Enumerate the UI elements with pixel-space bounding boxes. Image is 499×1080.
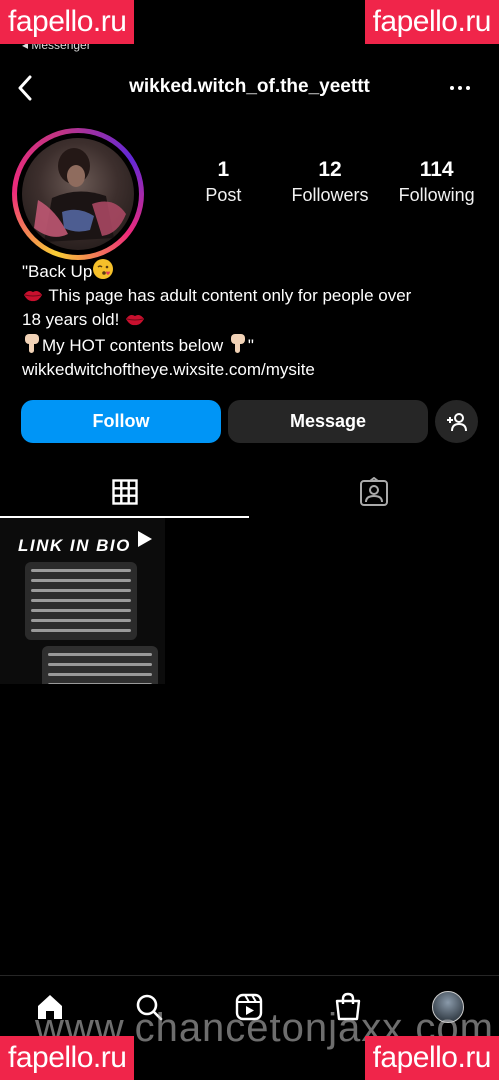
- bio-line: "Back Up: [22, 262, 93, 281]
- more-icon: [450, 86, 454, 90]
- watermark-top-left: fapello.ru: [0, 0, 135, 44]
- following-count[interactable]: 114 Following: [383, 158, 490, 208]
- post-thumbnail[interactable]: LINK IN BIO: [0, 518, 165, 684]
- chat-bubble: [25, 562, 137, 640]
- suggested-people-button[interactable]: [435, 400, 478, 443]
- stat-number: 12: [318, 158, 342, 181]
- bio-link[interactable]: wikkedwitchoftheye.wixsite.com/mysite: [22, 358, 482, 382]
- profile-bio: "Back Up This page has adult content onl…: [22, 258, 482, 382]
- grid-icon: [111, 479, 138, 505]
- stat-label: Post: [205, 185, 242, 205]
- add-person-icon: [446, 412, 467, 431]
- posts-count[interactable]: 1 Post: [170, 158, 277, 208]
- reel-play-icon: [138, 531, 152, 547]
- watermark-bottom-right: fapello.ru: [364, 1036, 499, 1080]
- lips-emoji-icon: [126, 315, 145, 326]
- post-title: LINK IN BIO: [18, 536, 131, 555]
- watermark-top-right: fapello.ru: [364, 0, 499, 44]
- more-options-button[interactable]: [443, 74, 477, 102]
- stat-number: 114: [419, 158, 454, 181]
- bio-line: My HOT contents below: [42, 336, 224, 355]
- stat-number: 1: [217, 158, 230, 181]
- pointing-down-emoji-icon: [25, 334, 39, 353]
- profile-username: wikked.witch_of.the_yeettt: [129, 76, 370, 97]
- bio-line: ": [247, 336, 254, 355]
- profile-avatar[interactable]: [12, 128, 144, 260]
- follow-button[interactable]: Follow: [21, 400, 221, 443]
- tagged-icon: [359, 477, 388, 506]
- profile-header: wikked.witch_of.the_yeettt: [0, 68, 499, 108]
- profile-stats: 1 Post 12 Followers 114 Following: [170, 158, 490, 208]
- lips-emoji-icon: [24, 291, 42, 302]
- tab-tagged[interactable]: [249, 468, 498, 516]
- bio-line: This page has adult content only for peo…: [48, 286, 412, 305]
- kiss-face-emoji-icon: [93, 259, 114, 279]
- tab-posts-grid[interactable]: [0, 468, 249, 518]
- bio-line: 18 years old!: [22, 310, 120, 329]
- watermark-bottom-left: fapello.ru: [0, 1036, 135, 1080]
- message-button[interactable]: Message: [228, 400, 428, 443]
- chat-bubble: [42, 646, 158, 684]
- pointing-down-emoji-icon: [230, 334, 245, 353]
- followers-count[interactable]: 12 Followers: [277, 158, 384, 208]
- stat-label: Followers: [291, 185, 369, 205]
- profile-tabs: [0, 468, 499, 518]
- avatar-photo: [22, 138, 134, 250]
- stat-label: Following: [398, 185, 475, 205]
